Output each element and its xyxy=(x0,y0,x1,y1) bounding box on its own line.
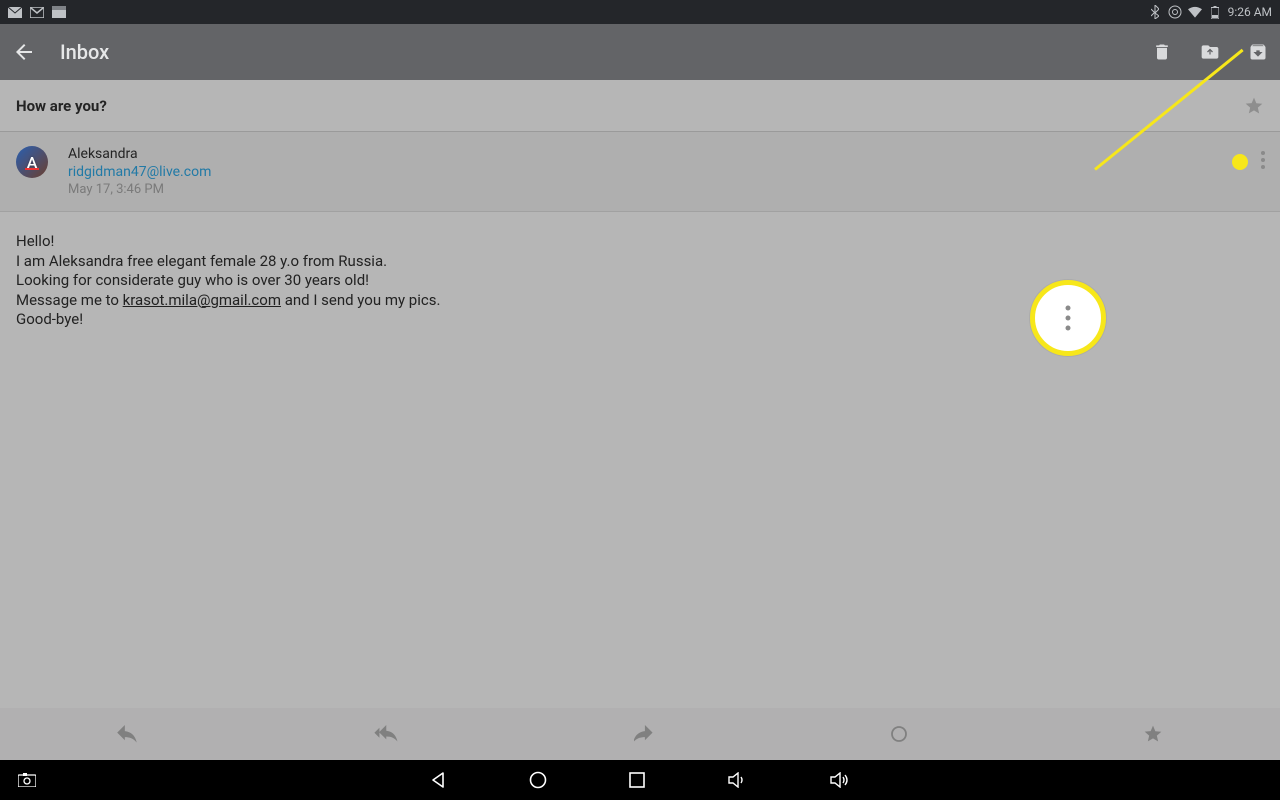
reply-all-icon[interactable] xyxy=(374,725,400,743)
body-line: I am Aleksandra free elegant female 28 y… xyxy=(16,252,1264,272)
mark-unread-icon[interactable] xyxy=(890,725,908,743)
delete-icon[interactable] xyxy=(1152,42,1172,62)
volume-down-icon[interactable] xyxy=(727,772,747,788)
email-subject: How are you? xyxy=(16,97,107,115)
star-action-icon[interactable] xyxy=(1143,724,1163,744)
wifi-icon xyxy=(1188,5,1202,19)
sender-date: May 17, 3:46 PM xyxy=(68,182,211,197)
volume-up-icon[interactable] xyxy=(829,772,851,788)
status-time: 9:26 AM xyxy=(1228,5,1272,19)
forward-icon[interactable] xyxy=(634,725,656,743)
back-arrow-icon[interactable] xyxy=(12,40,36,64)
body-email-link[interactable]: krasot.mila@gmail.com xyxy=(123,291,281,309)
body-line: Hello! xyxy=(16,232,1264,252)
screenshot-icon[interactable] xyxy=(18,773,36,787)
subject-bar: How are you? xyxy=(0,80,1280,132)
calendar-notification-icon xyxy=(52,5,66,19)
more-options-icon-enlarged xyxy=(1064,303,1072,333)
bottom-action-bar xyxy=(0,708,1280,760)
gmail-notification-icon xyxy=(30,5,44,19)
annotation-highlight-circle xyxy=(1030,280,1106,356)
status-bar: 9:26 AM xyxy=(0,0,1280,24)
archive-icon[interactable] xyxy=(1248,42,1268,62)
sender-name: Aleksandra xyxy=(68,146,211,162)
page-title: Inbox xyxy=(60,40,109,64)
avatar[interactable]: A xyxy=(16,146,48,178)
nav-home-icon[interactable] xyxy=(529,771,547,789)
sender-email[interactable]: ridgidman47@live.com xyxy=(68,164,211,180)
battery-icon xyxy=(1208,5,1222,19)
nav-back-icon[interactable] xyxy=(429,771,447,789)
move-to-icon[interactable] xyxy=(1200,42,1220,62)
mail-notification-icon xyxy=(8,5,22,19)
avatar-letter: A xyxy=(27,153,38,172)
reply-icon[interactable] xyxy=(117,725,139,743)
sync-icon xyxy=(1168,5,1182,19)
navigation-bar xyxy=(0,760,1280,800)
bluetooth-icon xyxy=(1148,5,1162,19)
more-options-icon[interactable] xyxy=(1260,150,1266,170)
sender-row: A Aleksandra ridgidman47@live.com May 17… xyxy=(0,132,1280,212)
app-bar: Inbox xyxy=(0,24,1280,80)
nav-recent-icon[interactable] xyxy=(629,772,645,788)
star-icon[interactable] xyxy=(1244,96,1264,116)
